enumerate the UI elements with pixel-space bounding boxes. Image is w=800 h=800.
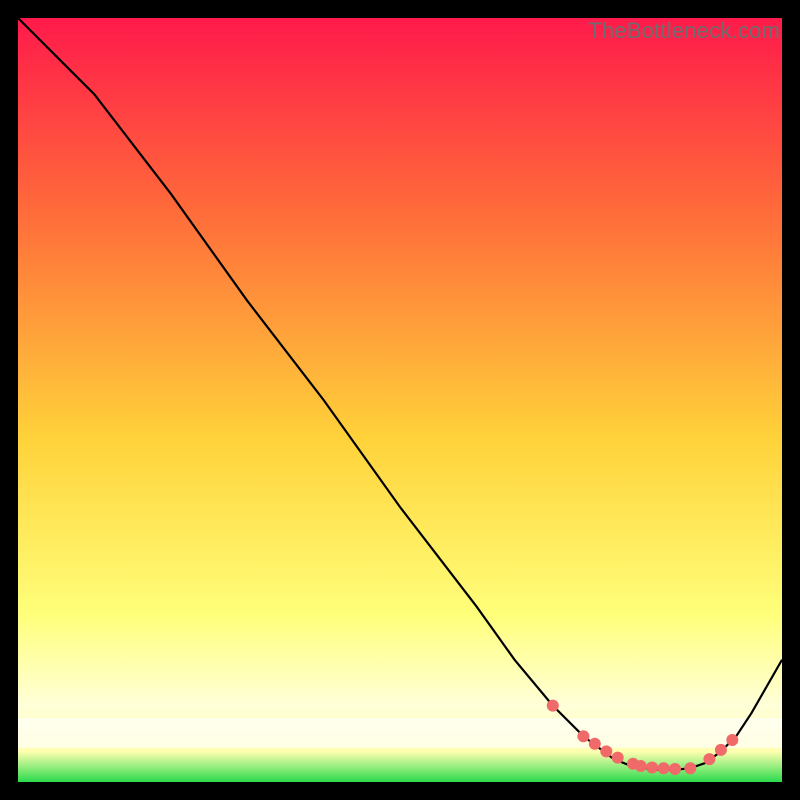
watermark-text: TheBottleneck.com [588, 18, 780, 44]
chart-frame: TheBottleneck.com [18, 18, 782, 782]
white-glow-band [18, 718, 782, 748]
gradient-background [18, 18, 782, 782]
marker-point [612, 752, 624, 764]
marker-point [600, 745, 612, 757]
marker-point [589, 738, 601, 750]
marker-point [547, 700, 559, 712]
marker-point [726, 734, 738, 746]
marker-point [684, 762, 696, 774]
marker-point [577, 730, 589, 742]
marker-point [703, 753, 715, 765]
marker-point [658, 762, 670, 774]
marker-point [635, 760, 647, 772]
marker-point [646, 762, 658, 774]
chart-svg [18, 18, 782, 782]
marker-point [669, 763, 681, 775]
marker-point [715, 744, 727, 756]
